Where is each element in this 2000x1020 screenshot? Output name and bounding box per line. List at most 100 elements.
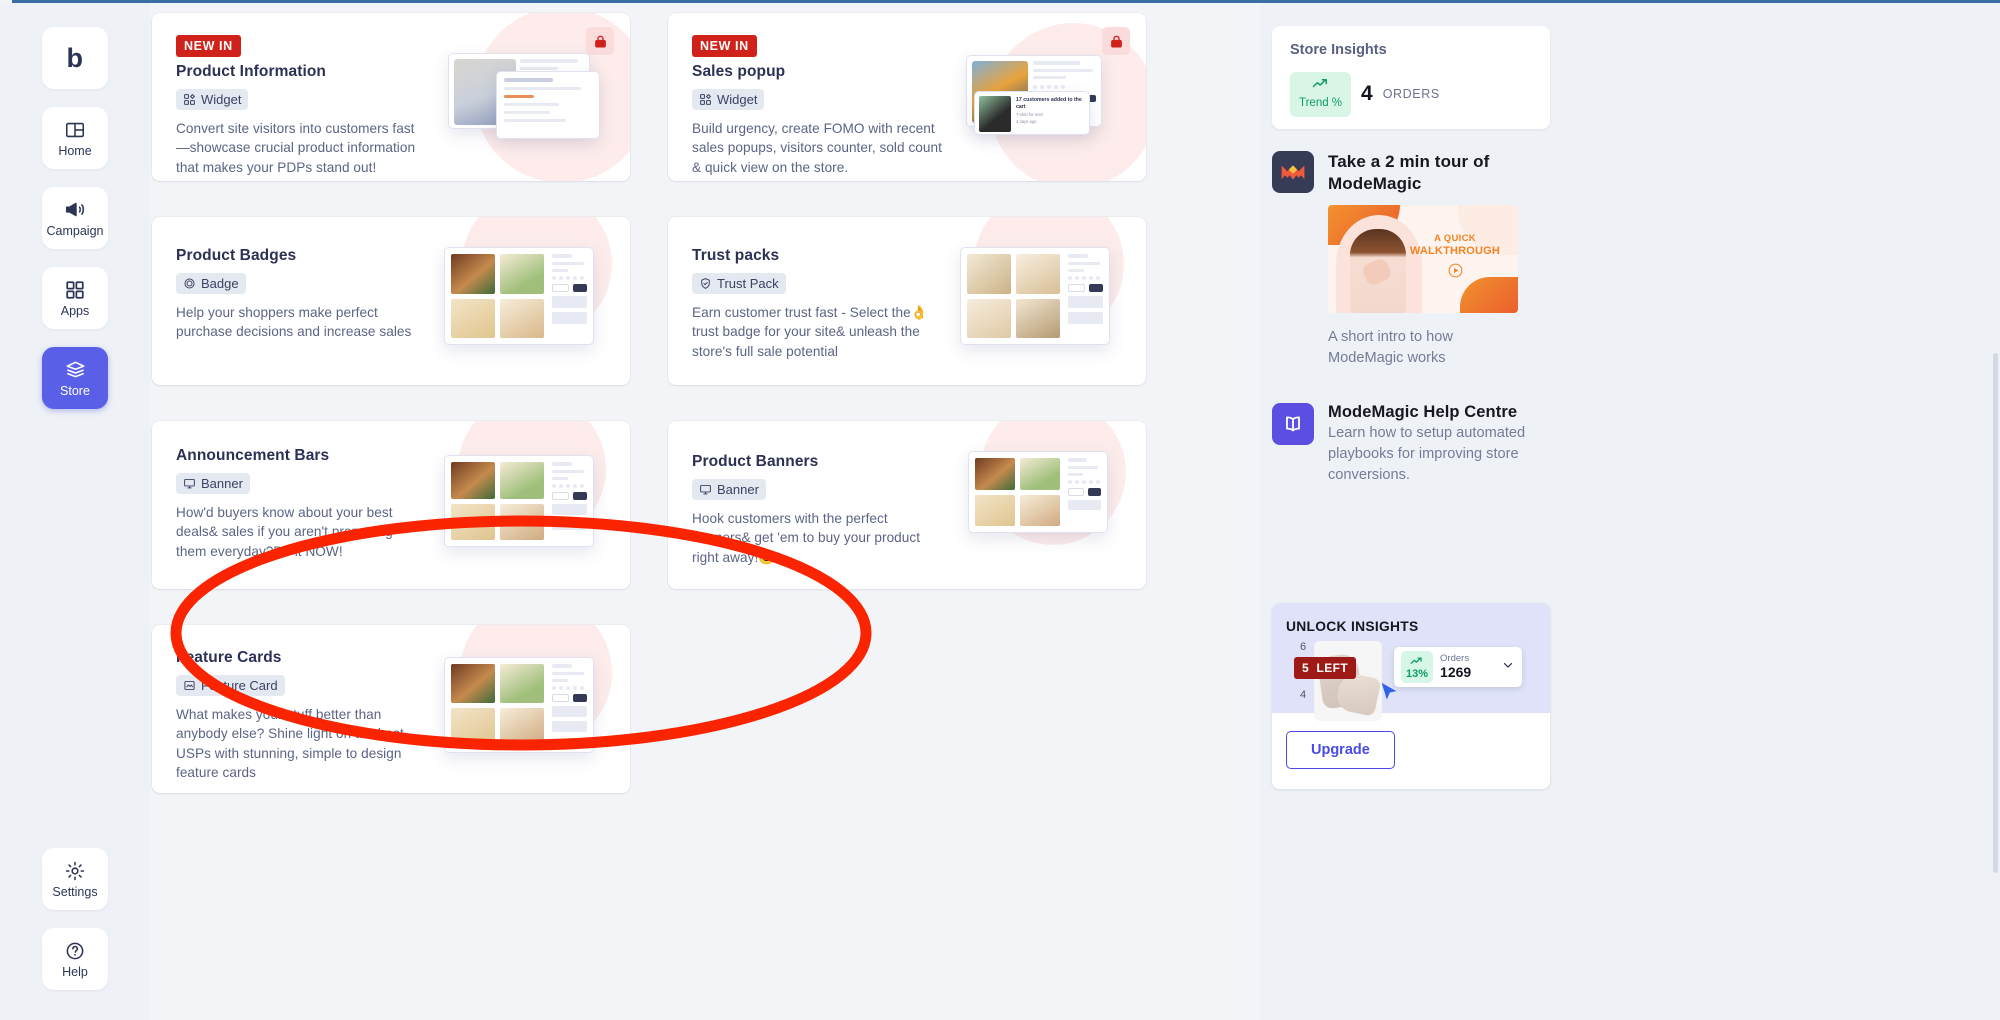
card-description: Help your shoppers make perfect purchase…: [176, 305, 412, 340]
sidebar-item-label: Apps: [60, 303, 90, 318]
widget-icon: [699, 93, 712, 106]
lock-icon[interactable]: [586, 27, 614, 55]
card-sales-popup[interactable]: 17 customers added to the cart T-shirt f…: [668, 13, 1146, 181]
help-centre-text: ModeMagic Help Centre Learn how to setup…: [1328, 403, 1582, 486]
app-logo[interactable]: b: [42, 27, 108, 89]
chevron-down-icon[interactable]: [1501, 658, 1515, 677]
tour-promo[interactable]: Take a 2 min tour of ModeMagic A QUICK W…: [1272, 151, 1572, 370]
card-description: Build urgency, create FOMO with recent s…: [692, 121, 942, 175]
sidebar-item-label: Store: [60, 384, 90, 399]
card-tag: Banner: [692, 479, 766, 500]
app-root: b Home Campaign Apps Store Settings Help…: [0, 0, 2000, 1020]
card-trust-packs[interactable]: Trust packs Trust Pack Earn customer tru…: [668, 217, 1146, 385]
help-centre-link[interactable]: ModeMagic Help Centre Learn how to setup…: [1272, 403, 1582, 486]
card-text: Product Banners Banner Hook customers wi…: [692, 453, 942, 567]
card-tag-label: Banner: [717, 482, 759, 497]
help-centre-body: Learn how to setup automated playbooks f…: [1328, 425, 1526, 484]
stock-left-word: LEFT: [1316, 661, 1349, 675]
badge-icon: [183, 277, 196, 290]
card-product-banners[interactable]: Product Banners Banner Hook customers wi…: [668, 421, 1146, 589]
unlock-insights-card: UNLOCK INSIGHTS 6 4 5 LEFT 13% Orders 12…: [1272, 603, 1550, 789]
card-tag: Widget: [692, 89, 765, 110]
widget-icon: [183, 93, 196, 106]
trend-chip: Trend %: [1290, 72, 1352, 117]
page-scrollbar[interactable]: [1993, 353, 1998, 873]
right-panel: Store Insights Trend % 4 ORDERS Take a 2…: [1260, 3, 2000, 1020]
sidebar-item-campaign[interactable]: Campaign: [42, 187, 108, 249]
card-text: NEW IN Sales popup Widget Build urgency,…: [692, 35, 942, 177]
trend-up-icon: [1410, 652, 1424, 669]
store-icon: [64, 358, 87, 381]
app-logo-text: b: [66, 42, 84, 73]
card-text: Product Badges Badge Help your shoppers …: [176, 247, 426, 342]
card-product-badges[interactable]: Product Badges Badge Help your shoppers …: [152, 217, 630, 385]
image-card-icon: [183, 679, 196, 692]
card-feature-cards[interactable]: Feature Cards Feature Card What makes yo…: [152, 625, 630, 793]
unlock-insights-title: UNLOCK INSIGHTS: [1286, 619, 1419, 634]
orders-metric-value: 1269: [1440, 663, 1472, 680]
card-tag: Feature Card: [176, 675, 285, 696]
tour-promo-subtitle: A short intro to how ModeMagic works: [1328, 329, 1453, 367]
card-title: Product Badges: [176, 247, 297, 264]
card-title: Feature Cards: [176, 649, 282, 666]
card-title: Announcement Bars: [176, 447, 330, 464]
card-text: NEW IN Product Information Widget Conver…: [176, 35, 426, 177]
card-tag: Badge: [176, 273, 246, 294]
trend-up-icon: [1299, 77, 1342, 94]
left-sidebar: b Home Campaign Apps Store Settings Help: [0, 3, 150, 1020]
sidebar-item-store[interactable]: Store: [42, 347, 108, 409]
card-title: Sales popup: [692, 63, 786, 80]
stock-left-badge: 5 LEFT: [1294, 657, 1357, 679]
orders-metric-popover: 13% Orders 1269: [1394, 647, 1522, 687]
card-tag-label: Feature Card: [201, 678, 278, 693]
preview-art: 17 customers added to the cart T-shirt f…: [966, 55, 1102, 135]
unlock-insights-preview: UNLOCK INSIGHTS 6 4 5 LEFT 13% Orders 12…: [1272, 603, 1550, 721]
card-tag-label: Badge: [201, 276, 239, 291]
preview-art: [960, 247, 1110, 345]
trend-chip-label: Trend %: [1299, 96, 1343, 109]
preview-art: [444, 657, 594, 753]
sidebar-item-apps[interactable]: Apps: [42, 267, 108, 329]
play-icon[interactable]: [1402, 262, 1508, 279]
card-title: Trust packs: [692, 247, 780, 264]
tour-promo-heading: Take a 2 min tour of ModeMagic: [1328, 152, 1490, 194]
card-text: Announcement Bars Banner How'd buyers kn…: [176, 447, 426, 561]
card-description: Hook customers with the perfect banners&…: [692, 511, 921, 565]
card-product-information[interactable]: NEW IN Product Information Widget Conver…: [152, 13, 630, 181]
card-text: Trust packs Trust Pack Earn customer tru…: [692, 247, 942, 361]
card-tag-label: Widget: [717, 92, 758, 107]
card-text: Feature Cards Feature Card What makes yo…: [176, 649, 426, 782]
preview-art: [444, 455, 594, 547]
shield-check-icon: [699, 277, 712, 290]
card-title: Product Banners: [692, 453, 819, 470]
playbook-card-grid: NEW IN Product Information Widget Conver…: [150, 3, 1260, 793]
card-tag: Trust Pack: [692, 273, 786, 294]
orders-trend-percent: 13%: [1406, 668, 1429, 680]
card-tag-label: Trust Pack: [717, 276, 779, 291]
sidebar-item-help[interactable]: Help: [42, 928, 108, 990]
axis-label-high: 6: [1300, 641, 1307, 653]
sidebar-item-settings[interactable]: Settings: [42, 848, 108, 910]
card-tag: Widget: [176, 89, 249, 110]
card-description: Convert site visitors into customers fas…: [176, 121, 416, 175]
book-icon: [1272, 403, 1314, 445]
preview-art: [968, 451, 1108, 533]
lock-icon[interactable]: [1102, 27, 1130, 55]
axis-label-low: 4: [1300, 689, 1307, 701]
question-circle-icon: [64, 940, 86, 962]
modemagic-logo-icon: [1272, 151, 1314, 193]
sidebar-item-home[interactable]: Home: [42, 107, 108, 169]
store-insights-card: Store Insights Trend % 4 ORDERS: [1272, 26, 1550, 129]
tour-video-thumbnail[interactable]: A QUICK WALKTHROUGH: [1328, 205, 1518, 314]
grid-icon: [64, 279, 86, 301]
sidebar-bottom-group: Settings Help: [42, 830, 108, 1020]
sidebar-item-label: Home: [58, 143, 92, 158]
help-centre-heading: ModeMagic Help Centre: [1328, 403, 1518, 421]
tour-thumb-line2: WALKTHROUGH: [1409, 245, 1501, 258]
store-insights-title: Store Insights: [1290, 42, 1387, 58]
gear-icon: [64, 860, 86, 882]
upgrade-button[interactable]: Upgrade: [1286, 731, 1395, 769]
new-in-badge: NEW IN: [176, 35, 241, 57]
layout-icon: [64, 119, 86, 141]
card-announcement-bars[interactable]: Announcement Bars Banner How'd buyers kn…: [152, 421, 630, 589]
